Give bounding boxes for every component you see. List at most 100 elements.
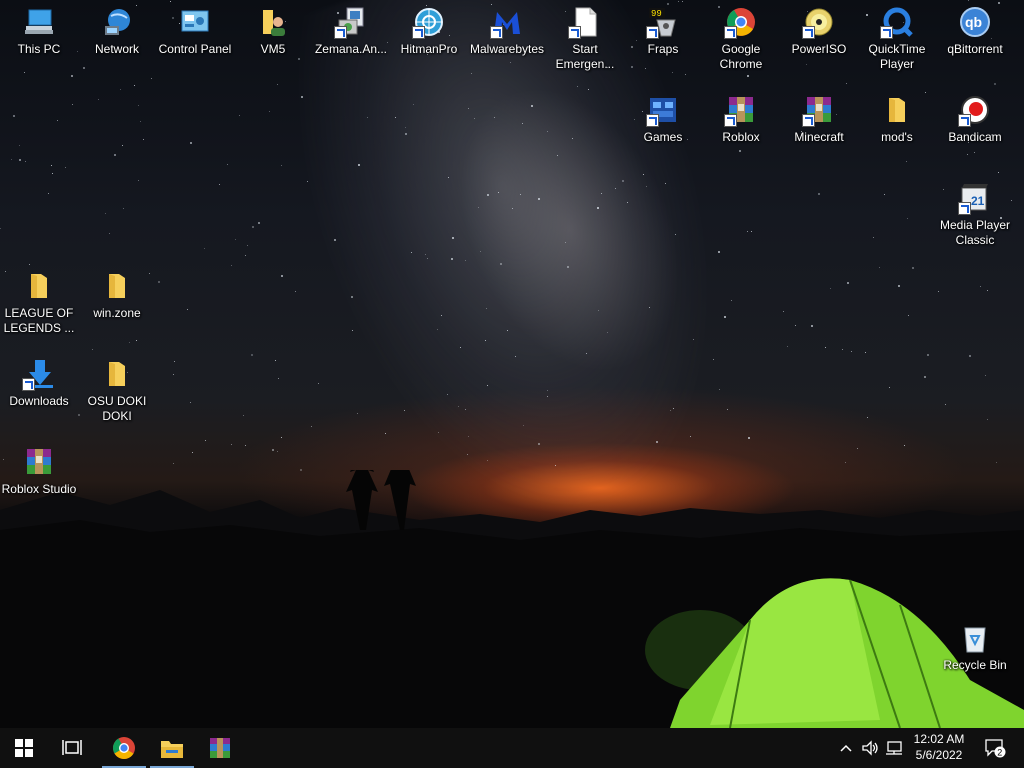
star xyxy=(204,248,205,249)
malwarebytes-shortcut[interactable]: Malwarebytes xyxy=(468,6,546,57)
taskbar-clock[interactable]: 12:02 AM 5/6/2022 xyxy=(904,731,974,763)
network-shortcut[interactable]: Network xyxy=(78,6,156,57)
star xyxy=(29,264,30,265)
star xyxy=(572,138,573,139)
star xyxy=(272,449,274,451)
mods-folder[interactable]: mod's xyxy=(858,94,936,145)
star xyxy=(998,172,999,173)
star xyxy=(846,83,847,84)
taskbar-chrome[interactable] xyxy=(100,728,148,768)
taskbar-winrar[interactable] xyxy=(196,728,244,768)
star xyxy=(105,213,106,214)
star xyxy=(522,123,523,124)
star xyxy=(907,218,908,219)
winzone-folder[interactable]: win.zone xyxy=(78,270,156,321)
task-view-icon xyxy=(62,740,82,755)
star xyxy=(678,1,679,2)
fraps-icon: 99 xyxy=(646,6,679,39)
star xyxy=(967,154,968,155)
file-explorer-icon xyxy=(161,741,183,758)
star xyxy=(601,193,602,194)
user-folder-icon xyxy=(257,6,289,38)
media-player-classic-shortcut[interactable]: 21 Media Player Classic xyxy=(936,182,1014,248)
osu-folder[interactable]: OSU DOKI DOKI xyxy=(78,358,156,424)
star xyxy=(597,207,599,209)
star xyxy=(656,441,658,443)
this-pc-shortcut[interactable]: This PC xyxy=(0,6,78,57)
shortcut-arrow-icon xyxy=(880,26,893,39)
star xyxy=(411,252,412,253)
show-hidden-icons-button[interactable] xyxy=(836,728,856,768)
star xyxy=(969,355,971,357)
star xyxy=(557,155,558,156)
shortcut-arrow-icon xyxy=(412,26,425,39)
star xyxy=(485,340,486,341)
recycle-bin-icon xyxy=(959,622,991,654)
installer-icon xyxy=(334,6,367,39)
poweriso-shortcut[interactable]: PowerISO xyxy=(780,6,858,57)
star xyxy=(631,66,633,68)
star xyxy=(867,417,868,418)
star xyxy=(385,433,386,434)
star xyxy=(231,265,232,266)
star xyxy=(627,202,628,203)
taskbar-file-explorer[interactable] xyxy=(148,728,196,768)
star xyxy=(465,260,466,261)
star xyxy=(818,193,820,195)
qbittorrent-label: qBittorrent xyxy=(947,42,1003,56)
vm5-label: VM5 xyxy=(260,42,286,56)
start-emergency-shortcut[interactable]: Start Emergen... xyxy=(546,6,624,72)
roblox-studio-shortcut[interactable]: Roblox Studio xyxy=(0,446,78,497)
star xyxy=(52,173,53,174)
recycle-bin[interactable]: Recycle Bin xyxy=(936,622,1014,673)
games-shortcut[interactable]: Games xyxy=(624,94,702,145)
star xyxy=(0,228,1,229)
star xyxy=(649,307,650,308)
vm5-shortcut[interactable]: VM5 xyxy=(234,6,312,57)
league-folder[interactable]: LEAGUE OF LEGENDS ... xyxy=(0,270,78,336)
star xyxy=(547,396,548,397)
star xyxy=(247,245,248,246)
star xyxy=(879,267,880,268)
zemana-shortcut[interactable]: Zemana.An... xyxy=(312,6,390,57)
star xyxy=(908,315,909,316)
clock-date: 5/6/2022 xyxy=(915,748,963,762)
star xyxy=(615,188,616,189)
fraps-shortcut[interactable]: 99 Fraps xyxy=(624,6,702,57)
action-center-button[interactable]: 2 xyxy=(978,728,1012,768)
control-panel-shortcut[interactable]: Control Panel xyxy=(156,6,234,57)
star xyxy=(252,226,254,228)
star xyxy=(243,415,244,416)
google-chrome-shortcut[interactable]: Google Chrome xyxy=(702,6,780,72)
star xyxy=(555,465,556,466)
qbittorrent-shortcut[interactable]: qb qBittorrent xyxy=(936,6,1014,57)
star xyxy=(57,120,58,121)
downloads-shortcut[interactable]: Downloads xyxy=(0,358,78,409)
roblox-shortcut[interactable]: Roblox xyxy=(702,94,780,145)
task-view-button[interactable] xyxy=(48,728,96,768)
shortcut-arrow-icon xyxy=(724,26,737,39)
star xyxy=(718,251,720,253)
volume-button[interactable] xyxy=(858,728,882,768)
star xyxy=(438,432,439,433)
star xyxy=(912,267,914,269)
network-tray-button[interactable] xyxy=(882,728,906,768)
star xyxy=(478,207,479,208)
roblox-studio-label: Roblox Studio xyxy=(1,482,77,496)
star xyxy=(598,310,599,311)
star xyxy=(138,105,139,106)
folder-icon xyxy=(23,270,55,302)
star xyxy=(427,258,428,259)
hitmanpro-shortcut[interactable]: HitmanPro xyxy=(390,6,468,57)
star xyxy=(301,96,303,98)
star xyxy=(143,139,144,140)
star xyxy=(190,142,192,144)
minecraft-shortcut[interactable]: Minecraft xyxy=(780,94,858,145)
quicktime-shortcut[interactable]: QuickTime Player xyxy=(858,6,936,72)
shortcut-arrow-icon xyxy=(334,26,347,39)
control-panel-label: Control Panel xyxy=(158,42,232,56)
start-button[interactable] xyxy=(0,728,48,768)
bandicam-shortcut[interactable]: Bandicam xyxy=(936,94,1014,145)
mpc-badge: 21 xyxy=(971,194,985,208)
star xyxy=(367,117,368,118)
